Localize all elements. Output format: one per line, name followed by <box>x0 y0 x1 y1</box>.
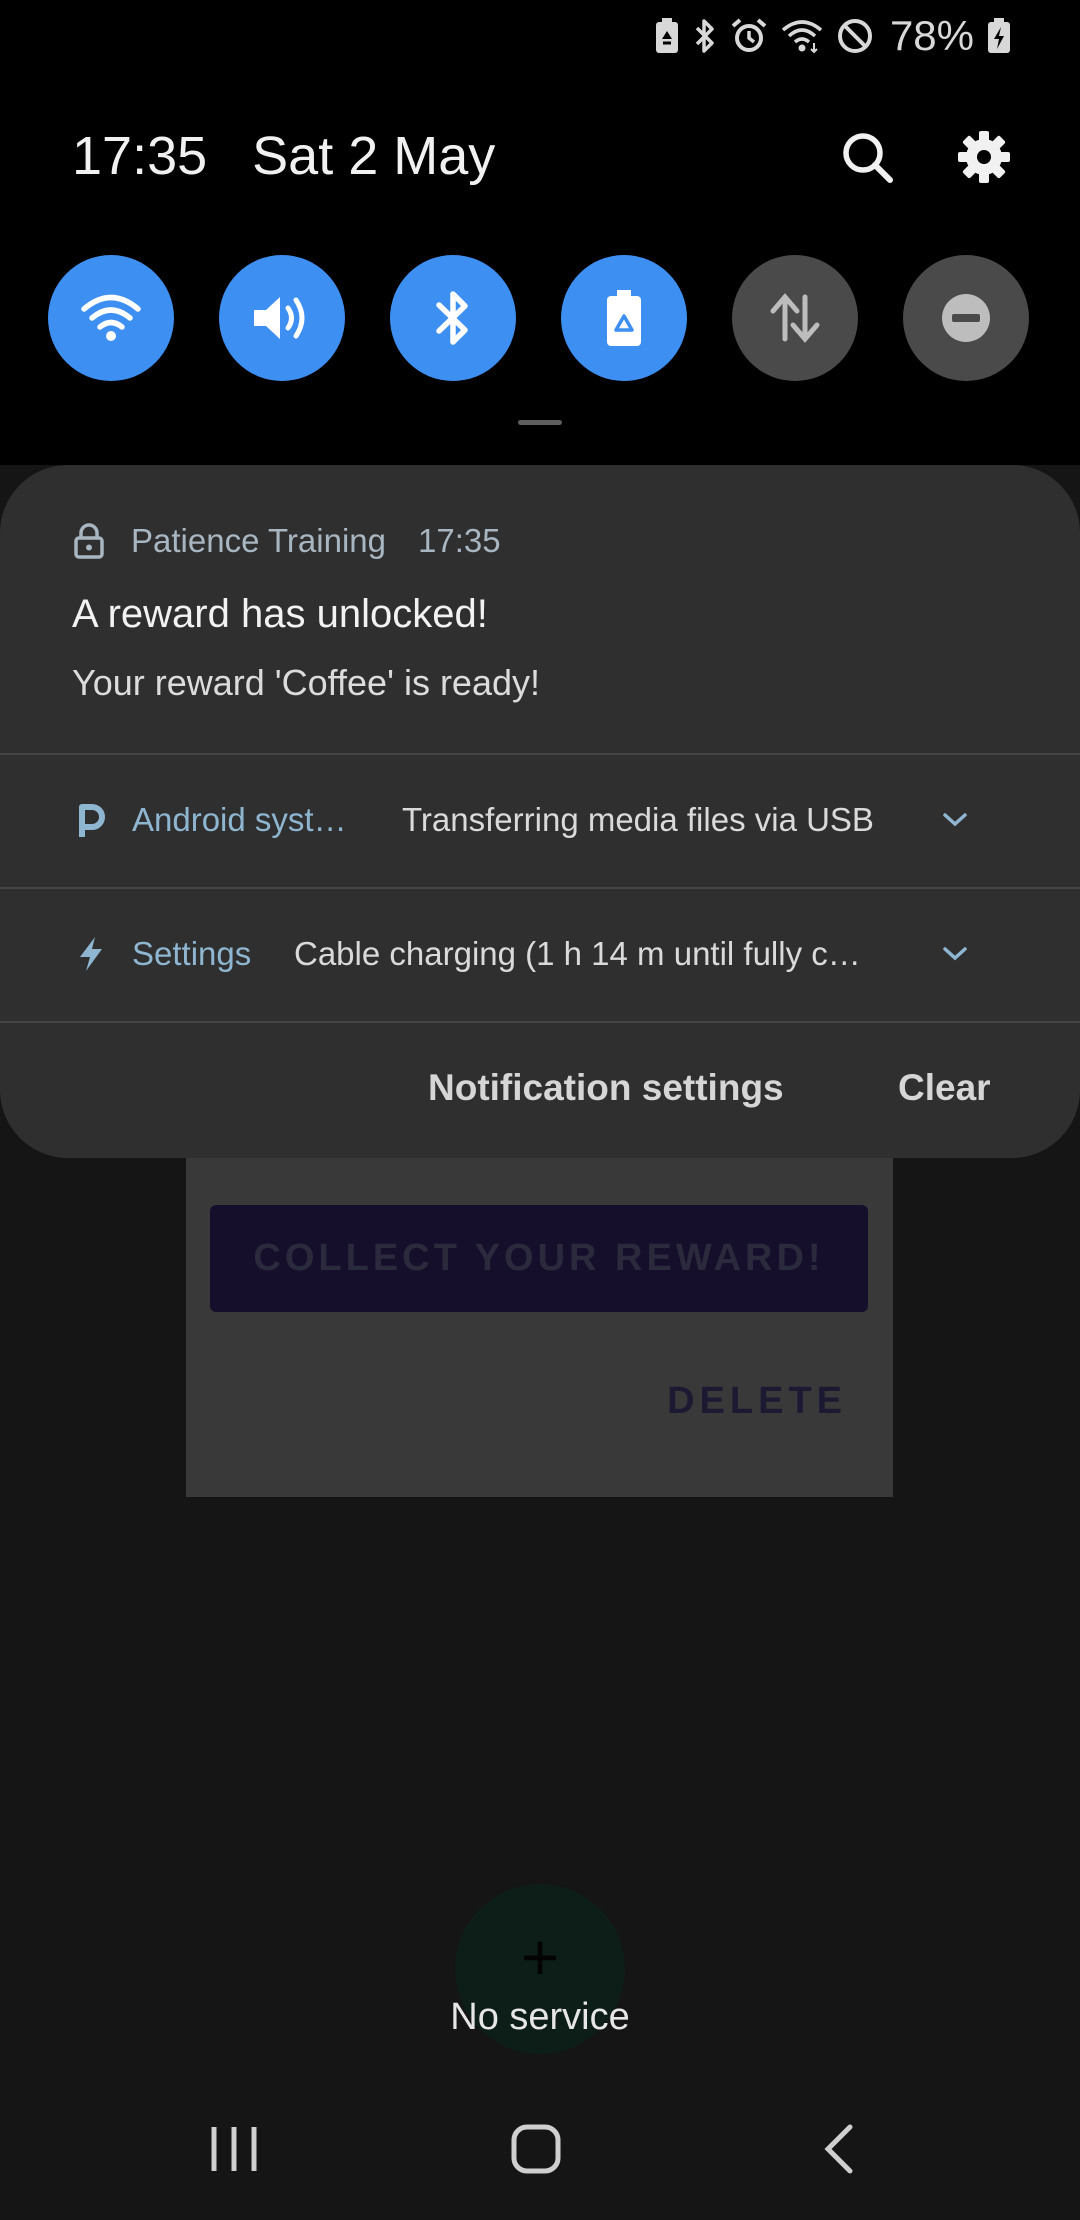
delete-button[interactable]: DELETE <box>667 1380 847 1423</box>
alarm-icon <box>731 18 767 52</box>
lightning-bolt-icon <box>80 937 102 971</box>
collect-reward-button[interactable]: COLLECT YOUR REWARD! <box>210 1205 868 1312</box>
notification-shade: 78% 17:35 Sat 2 May <box>0 0 1080 465</box>
status-bar: 78% <box>0 0 1080 70</box>
lock-icon <box>74 523 104 559</box>
wifi-icon <box>81 294 141 341</box>
battery-charging-icon <box>988 18 1010 53</box>
clock-date[interactable]: 17:35 Sat 2 May <box>72 125 525 187</box>
clock-time: 17:35 <box>72 126 208 186</box>
battery-percent: 78% <box>889 12 974 59</box>
qs-sound-toggle[interactable] <box>219 255 345 381</box>
settings-app-name: Settings <box>132 935 252 972</box>
plus-icon: + <box>520 1920 560 1994</box>
shade-drag-handle[interactable] <box>518 420 562 425</box>
notification-panel: Patience Training 17:35 A reward has unl… <box>0 465 1080 1158</box>
android-system-p-icon <box>79 804 105 837</box>
minus-circle-icon <box>942 294 990 342</box>
date-label: Sat 2 May <box>252 126 496 186</box>
data-transfer-icon <box>770 293 820 343</box>
chevron-down-icon[interactable] <box>940 810 970 830</box>
no-service-label: No service <box>450 1996 630 2038</box>
notification-title: A reward has unlocked! <box>72 592 488 636</box>
search-icon[interactable] <box>838 128 898 188</box>
bluetooth-icon <box>436 291 468 345</box>
battery-saver-icon <box>655 18 678 53</box>
battery-recycle-icon <box>607 290 641 346</box>
quick-settings <box>48 255 1029 381</box>
android-system-notification[interactable]: Android syst… Transferring media files v… <box>0 755 1080 885</box>
qs-bluetooth-toggle[interactable] <box>390 255 516 381</box>
android-system-app-name: Android syst… <box>132 801 347 838</box>
volume-icon <box>254 297 305 339</box>
settings-gear-icon[interactable] <box>955 128 1013 186</box>
notification-actions: Notification settings Clear <box>0 1023 1080 1158</box>
qs-wifi-toggle[interactable] <box>48 255 174 381</box>
notification-body: Your reward 'Coffee' is ready! <box>72 662 540 703</box>
notification-app-name: Patience Training <box>131 522 386 559</box>
do-not-disturb-icon <box>837 19 872 53</box>
reward-card: COLLECT YOUR REWARD! DELETE <box>186 1140 893 1497</box>
cable-charging-text: Cable charging (1 h 14 m until fully c… <box>294 935 861 972</box>
clear-button[interactable]: Clear <box>898 1067 991 1109</box>
notification-time: 17:35 <box>418 522 501 559</box>
settings-charging-notification[interactable]: Settings Cable charging (1 h 14 m until … <box>0 889 1080 1019</box>
bluetooth-icon <box>695 19 714 53</box>
qs-do-not-disturb-toggle[interactable] <box>903 255 1029 381</box>
qs-power-saving-toggle[interactable] <box>561 255 687 381</box>
notification-settings-button[interactable]: Notification settings <box>428 1067 784 1109</box>
navigation-bar <box>0 2080 1080 2220</box>
back-icon[interactable] <box>820 2123 860 2175</box>
reward-notification[interactable]: Patience Training 17:35 A reward has unl… <box>0 465 1080 755</box>
usb-transfer-text: Transferring media files via USB <box>402 801 874 838</box>
chevron-down-icon[interactable] <box>940 944 970 964</box>
wifi-icon <box>781 20 823 54</box>
qs-mobile-data-toggle[interactable] <box>732 255 858 381</box>
home-icon[interactable] <box>510 2123 562 2175</box>
recent-apps-icon[interactable] <box>208 2123 260 2175</box>
